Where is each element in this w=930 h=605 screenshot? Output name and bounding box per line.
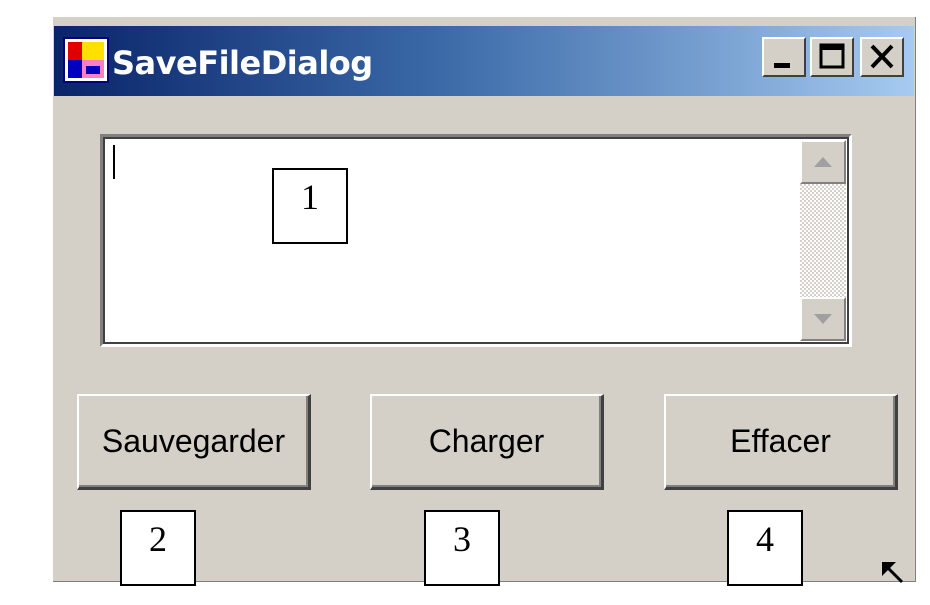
callout-label-3: 3 [424,510,500,586]
title-bar[interactable]: SaveFileDialog [54,26,914,96]
resize-grip-icon[interactable] [880,560,910,590]
maximize-icon [819,43,845,69]
scroll-down-button[interactable] [800,297,846,341]
window-title: SaveFileDialog [112,44,373,82]
scroll-down-arrow-icon [814,314,832,324]
maximize-button[interactable] [810,37,854,77]
callout-label-4: 4 [727,510,803,586]
callout-label-1: 1 [272,168,348,244]
scroll-up-button[interactable] [800,140,846,184]
load-button[interactable]: Charger [370,394,604,490]
save-button[interactable]: Sauvegarder [77,394,311,490]
text-caret [113,145,115,179]
minimize-button[interactable] [762,37,806,77]
vertical-scrollbar[interactable] [800,140,846,341]
clear-button[interactable]: Effacer [664,394,898,490]
multiline-text-input[interactable] [100,134,852,347]
minimize-icon [774,63,790,68]
scroll-up-arrow-icon [814,157,832,167]
close-button[interactable] [860,37,904,77]
callout-label-2: 2 [120,510,196,586]
close-icon [870,44,894,69]
app-icon [63,37,109,83]
